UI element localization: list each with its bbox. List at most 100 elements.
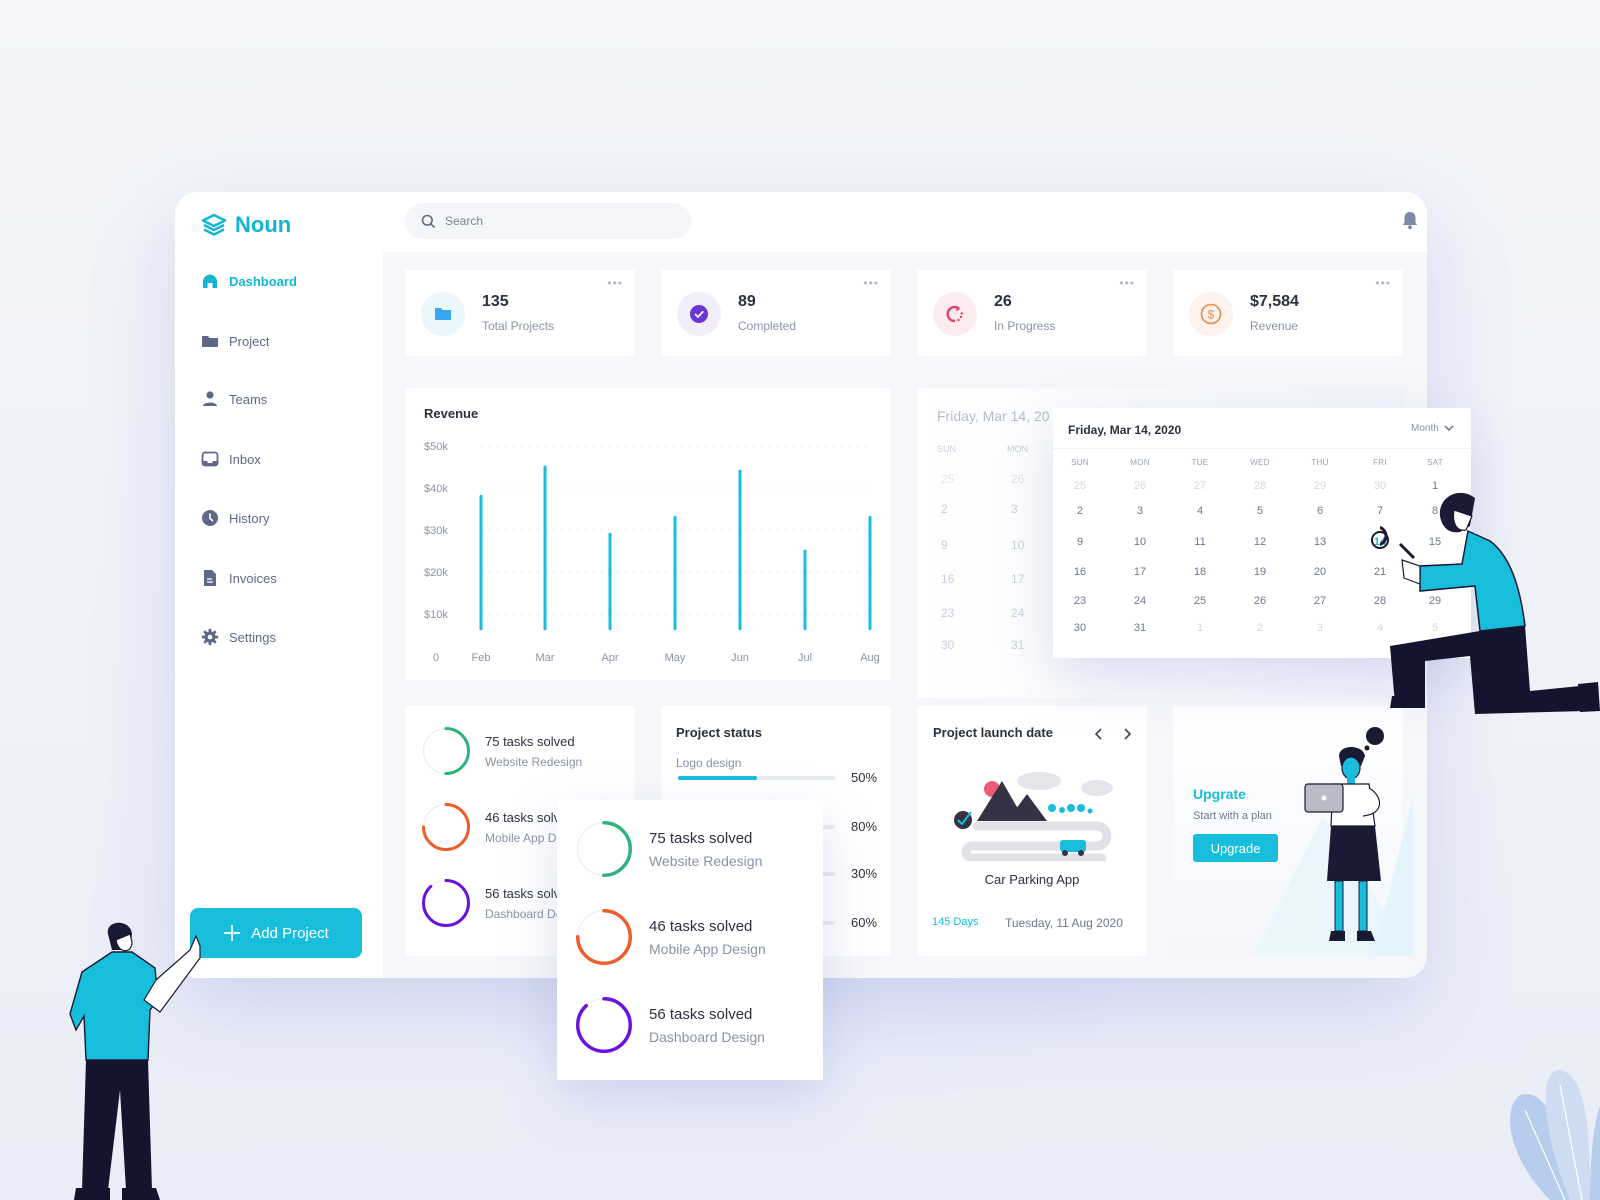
calendar-day[interactable]: 2 <box>1230 622 1290 634</box>
stat-label: Revenue <box>1250 319 1299 333</box>
upgrade-button[interactable]: Upgrade <box>1193 834 1278 862</box>
calendar-divider <box>1053 448 1471 449</box>
calendar-day[interactable]: 11 <box>1170 536 1230 548</box>
chevron-left-icon[interactable] <box>1094 727 1104 741</box>
x-tick-label: Aug <box>860 652 880 664</box>
stat-icon-bg <box>677 292 721 336</box>
stat-card-in-progress: 26 In Progress ••• <box>917 270 1147 356</box>
calendar-day[interactable]: 12 <box>1230 536 1290 548</box>
task-title: 75 tasks solved <box>485 733 575 749</box>
notification-bell-icon[interactable] <box>1401 210 1419 230</box>
sidebar-item-inbox[interactable]: Inbox <box>201 450 261 468</box>
calendar-day[interactable]: 3 <box>1110 505 1170 517</box>
logo[interactable]: Noun <box>201 212 291 238</box>
calendar-day[interactable]: 25 <box>1170 595 1230 607</box>
task-subtitle: Website Redesign <box>649 852 763 869</box>
man-with-magnifier-illustration <box>1380 492 1600 714</box>
road-trip-illustration <box>954 772 1113 861</box>
upgrade-card: Upgrate Start with a plan Upgrade <box>1173 706 1413 956</box>
sidebar-item-dashboard[interactable]: Dashboard <box>201 272 297 290</box>
calendar-day[interactable]: 18 <box>1170 566 1230 578</box>
calendar-day[interactable]: 20 <box>1290 566 1350 578</box>
status-item-label: Logo design <box>676 756 742 770</box>
calendar-day[interactable]: 13 <box>1290 536 1350 548</box>
y-tick-label: $40k <box>424 483 448 495</box>
calendar-day[interactable]: 24 <box>1110 595 1170 607</box>
calendar-day[interactable]: 26 <box>1230 595 1290 607</box>
revenue-card: Revenue 0 $10k $20k $30k $40k $50k Feb Mar Apr Ma… <box>405 388 891 680</box>
inbox-icon <box>201 451 219 467</box>
calendar-day[interactable]: 26 <box>1110 480 1170 492</box>
calendar-day: 17 <box>1011 572 1025 586</box>
sidebar-item-label: Settings <box>229 629 276 645</box>
task-item[interactable]: 75 tasks solved Website Redesign <box>575 820 762 878</box>
chevron-down-icon <box>1444 425 1454 431</box>
calendar-day[interactable]: 30 <box>1050 622 1110 634</box>
progress-ring <box>422 879 470 927</box>
calendar-day[interactable]: 28 <box>1230 480 1290 492</box>
calendar-day[interactable]: 6 <box>1290 505 1350 517</box>
sidebar-item-invoices[interactable]: Invoices <box>201 569 277 587</box>
stat-value: 89 <box>738 293 756 310</box>
calendar-day[interactable]: 27 <box>1170 480 1230 492</box>
calendar-day[interactable]: 10 <box>1110 536 1170 548</box>
calendar-day[interactable]: 5 <box>1230 505 1290 517</box>
sidebar-item-label: History <box>229 510 270 526</box>
task-item[interactable]: 46 tasks solved Mobile App Design <box>575 908 766 966</box>
search-icon <box>421 214 436 228</box>
calendar-day[interactable]: 17 <box>1110 566 1170 578</box>
stat-label: Total Projects <box>482 319 555 333</box>
task-item[interactable]: 56 tasks solved Dashboard Design <box>575 996 765 1054</box>
x-tick-label: Jul <box>798 652 812 664</box>
status-percent: 30% <box>851 866 878 881</box>
sidebar-item-settings[interactable]: Settings <box>201 628 276 646</box>
sidebar-item-history[interactable]: History <box>201 509 269 527</box>
calendar-day[interactable]: 23 <box>1050 595 1110 607</box>
calendar-day[interactable]: 29 <box>1290 480 1350 492</box>
calendar-day[interactable]: 19 <box>1230 566 1290 578</box>
more-options-icon[interactable]: ••• <box>1119 276 1135 290</box>
progress-ring <box>576 997 632 1053</box>
chevron-right-icon[interactable] <box>1122 727 1132 741</box>
calendar-view-select[interactable]: Month <box>1411 423 1454 434</box>
calendar-day[interactable]: 3 <box>1290 622 1350 634</box>
calendar-day: 23 <box>941 606 955 620</box>
search-input[interactable] <box>445 214 665 228</box>
calendar-day: 3 <box>1011 502 1018 516</box>
progress-ring <box>576 821 632 877</box>
svg-text:$: $ <box>1208 308 1215 322</box>
calendar-day[interactable]: 1 <box>1170 622 1230 634</box>
x-tick-label: Jun <box>731 652 749 664</box>
sidebar-item-project[interactable]: Project <box>201 332 269 350</box>
calendar-day[interactable]: 16 <box>1050 566 1110 578</box>
sidebar-item-teams[interactable]: Teams <box>201 390 267 408</box>
weekday-label: SUN <box>937 444 957 454</box>
user-icon <box>203 391 217 406</box>
task-item[interactable]: 75 tasks solved Website Redesign <box>421 726 582 776</box>
upgrade-title: Upgrate <box>1193 786 1246 802</box>
calendar-day[interactable]: 4 <box>1170 505 1230 517</box>
stat-value: $7,584 <box>1250 293 1299 310</box>
calendar-day[interactable]: 31 <box>1110 622 1170 634</box>
calendar-day: 2 <box>941 502 948 516</box>
launch-date: Tuesday, 11 Aug 2020 <box>1005 916 1123 930</box>
calendar-day[interactable]: 2 <box>1050 505 1110 517</box>
revenue-chart: 0 $10k $20k $30k $40k $50k Feb Mar Apr May Jun Jul A… <box>424 441 880 664</box>
calendar-day[interactable]: 25 <box>1050 480 1110 492</box>
add-project-button[interactable]: Add Project <box>190 908 362 958</box>
calendar-day: 24 <box>1011 606 1025 620</box>
more-options-icon[interactable]: ••• <box>607 276 623 290</box>
calendar-view-label: Month <box>1411 423 1439 434</box>
stat-icon-bg <box>421 292 465 336</box>
status-percent: 50% <box>851 770 878 785</box>
calendar-day[interactable]: 27 <box>1290 595 1350 607</box>
launch-title: Project launch date <box>933 725 1053 740</box>
search-box[interactable] <box>405 203 691 239</box>
stat-label: Completed <box>738 319 797 333</box>
task-title: 46 tasks solved <box>649 917 753 935</box>
stat-value: 26 <box>994 293 1012 310</box>
more-options-icon[interactable]: ••• <box>863 276 879 290</box>
calendar-day[interactable]: 9 <box>1050 536 1110 548</box>
more-options-icon[interactable]: ••• <box>1375 276 1391 290</box>
dollar-icon: $ <box>1200 303 1222 325</box>
